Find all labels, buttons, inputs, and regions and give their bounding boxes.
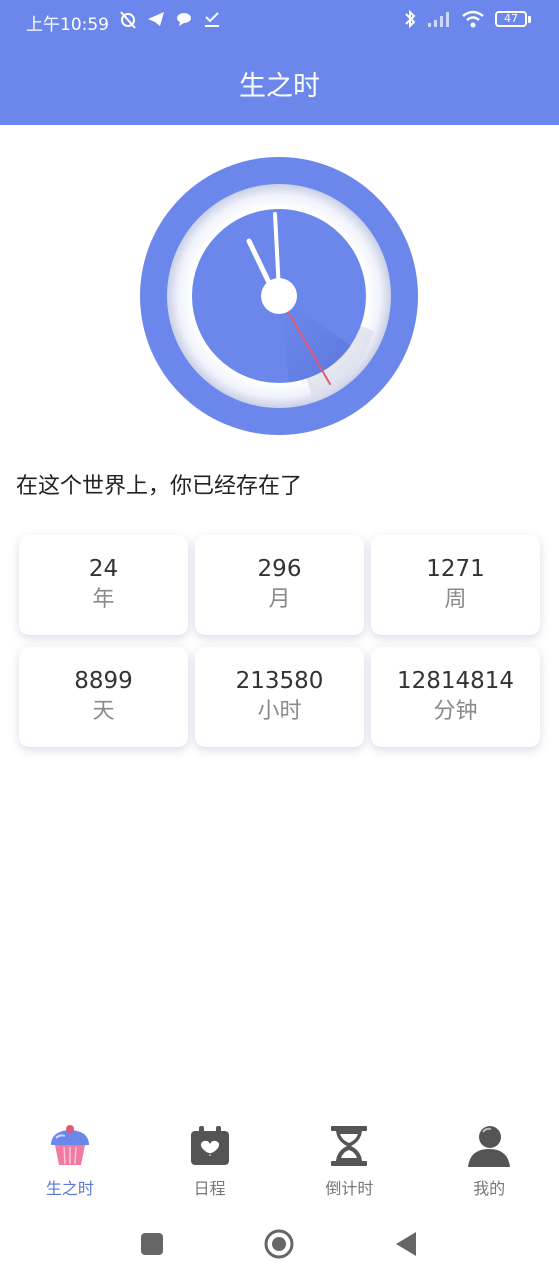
stat-value: 1271: [426, 556, 485, 582]
stats-grid: 24 年 296 月 1271 周 8899 天 213580 小时 12814…: [19, 535, 540, 747]
stat-unit: 月: [268, 587, 291, 612]
hourglass-icon: [331, 1126, 368, 1166]
stat-card-months: 296 月: [195, 535, 364, 635]
cupcake-icon: [50, 1125, 89, 1165]
stat-value: 8899: [74, 668, 133, 694]
stat-value: 296: [257, 556, 302, 582]
tab-label: 倒计时: [325, 1179, 374, 1198]
stat-card-years: 24 年: [19, 535, 188, 635]
download-done-icon: [205, 12, 219, 27]
status-bar: 上午10:59 47: [0, 0, 559, 42]
stat-value: 12814814: [396, 668, 515, 694]
telegram-icon: [148, 12, 164, 26]
battery-icon: 47: [495, 11, 531, 27]
existence-intro-text: 在这个世界上，你已经存在了: [16, 474, 303, 499]
tab-countdown[interactable]: 倒计时: [280, 1118, 420, 1208]
bluetooth-icon: [405, 9, 416, 29]
tab-label: 我的: [473, 1179, 506, 1198]
recents-button[interactable]: [136, 1228, 168, 1260]
stat-unit: 年: [92, 587, 115, 612]
tab-life-time[interactable]: 生之时: [0, 1118, 140, 1208]
alarm-off-icon: [120, 11, 136, 29]
stat-unit: 天: [92, 699, 115, 724]
stat-card-hours: 213580 小时: [195, 647, 364, 747]
status-time: 上午10:59: [26, 15, 109, 35]
page-title: 生之时: [239, 71, 320, 102]
stat-card-weeks: 1271 周: [371, 535, 540, 635]
clock-illustration: [139, 156, 419, 436]
back-button[interactable]: [390, 1228, 422, 1260]
wifi-icon: [462, 10, 484, 28]
stat-card-days: 8899 天: [19, 647, 188, 747]
signal-icon: [428, 12, 449, 27]
stat-value: 213580: [235, 668, 324, 694]
system-navigation-bar: [0, 1220, 559, 1268]
battery-level: 47: [495, 11, 527, 27]
status-notification-icons: [118, 8, 222, 30]
stat-card-minutes: 12814814 分钟: [371, 647, 540, 747]
stat-unit: 分钟: [433, 699, 478, 724]
stat-unit: 周: [444, 587, 467, 612]
bottom-tab-bar: 生之时 日程 倒计时 我的: [0, 1118, 559, 1208]
tab-schedule[interactable]: 日程: [140, 1118, 280, 1208]
tab-mine[interactable]: 我的: [419, 1118, 559, 1208]
calendar-heart-icon: [190, 1126, 229, 1165]
home-button[interactable]: [263, 1228, 295, 1260]
user-icon: [468, 1126, 511, 1167]
chat-bubble-icon: [177, 13, 191, 26]
status-system-icons: 47: [403, 8, 531, 30]
stat-unit: 小时: [257, 699, 302, 724]
tab-label: 生之时: [45, 1179, 94, 1198]
tab-label: 日程: [193, 1179, 226, 1198]
stat-value: 24: [88, 556, 119, 582]
clock-center: [261, 278, 297, 314]
app-header: 上午10:59 47 生之时: [0, 0, 559, 125]
